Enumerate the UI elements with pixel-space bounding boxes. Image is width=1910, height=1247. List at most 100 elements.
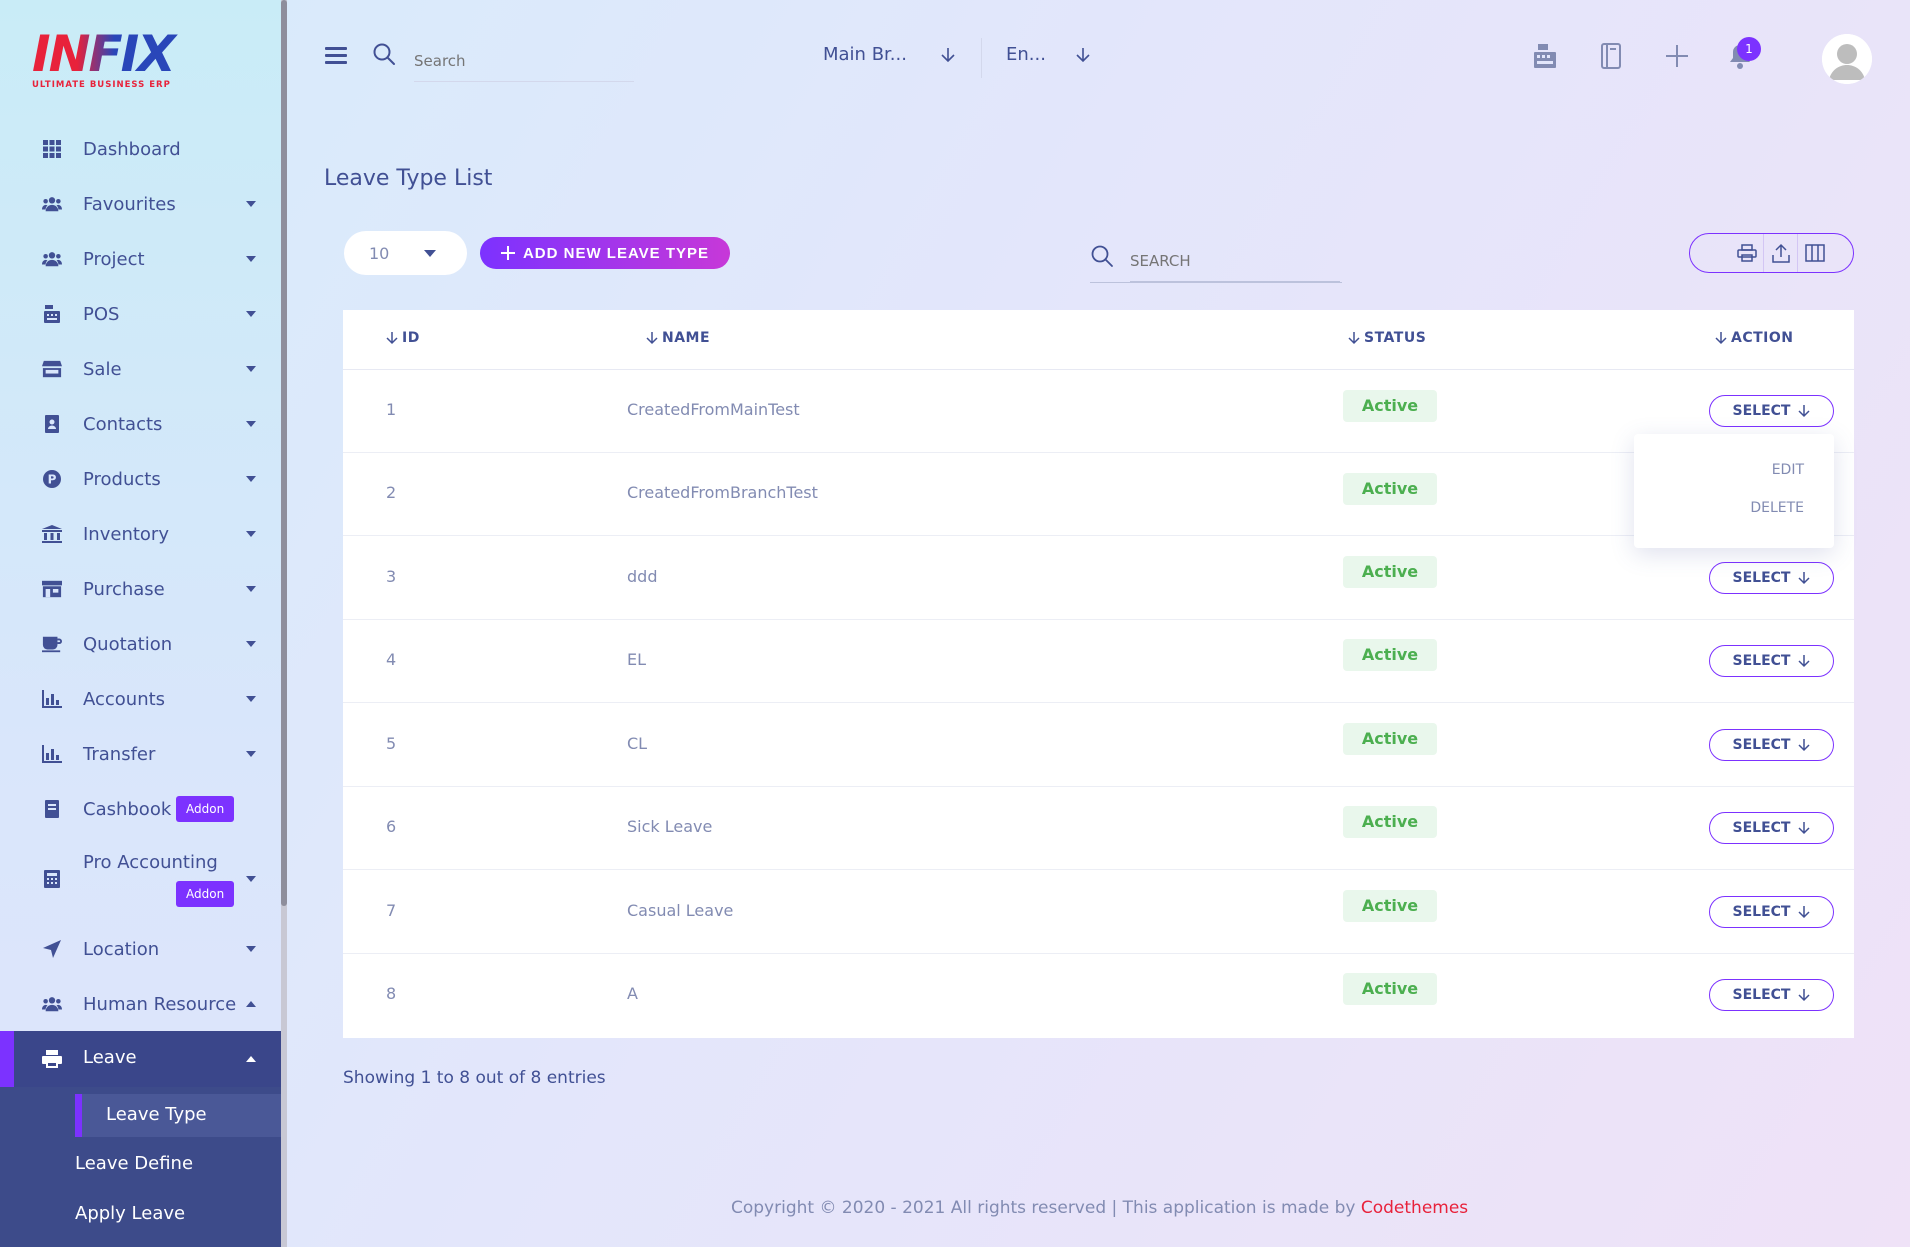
column-header-name[interactable]: NAME <box>646 330 710 346</box>
sidebar-item-favourites[interactable]: Favourites <box>0 184 281 224</box>
print-icon <box>1736 244 1757 262</box>
select-label: SELECT <box>1732 737 1791 753</box>
hamburger-menu-icon[interactable] <box>325 47 347 65</box>
brand-logo[interactable]: INFIX ULTIMATE BUSINESS ERP <box>32 29 182 92</box>
sidebar-item-label: Cashbook <box>83 798 172 820</box>
add-new-leave-type-button[interactable]: ADD NEW LEAVE TYPE <box>480 237 730 269</box>
add-button-label: ADD NEW LEAVE TYPE <box>522 244 710 262</box>
per-page-value: 10 <box>369 243 390 263</box>
arrow-down-icon[interactable] <box>1076 47 1090 68</box>
sidebar-item-transfer[interactable]: Transfer <box>0 734 281 774</box>
row-4-select-button[interactable]: SELECT <box>1709 645 1834 677</box>
sidebar-item-cashbook[interactable]: Cashbook Addon <box>0 789 281 829</box>
users-icon <box>42 249 62 269</box>
export-button[interactable] <box>1764 234 1798 272</box>
sidebar-item-products[interactable]: P Products <box>0 459 281 499</box>
row-action-dropdown: EDIT DELETE <box>1634 434 1834 548</box>
logo-text: INFIX <box>32 29 182 79</box>
leave-type-table <box>343 310 1854 1038</box>
columns-button[interactable] <box>1798 234 1832 272</box>
sidebar-item-pos[interactable]: POS <box>0 294 281 334</box>
sidebar-item-leave[interactable]: Leave <box>0 1031 281 1087</box>
sidebar-item-project[interactable]: Project <box>0 239 281 279</box>
sidebar-item-contacts[interactable]: Contacts <box>0 404 281 444</box>
svg-text:P: P <box>48 473 57 487</box>
branch-select[interactable]: Main Br... <box>823 44 907 65</box>
calculator-icon <box>42 869 62 889</box>
row-6-select-button[interactable]: SELECT <box>1709 812 1834 844</box>
sidebar-item-label: Accounts <box>83 688 166 710</box>
sidebar-item-location[interactable]: Location <box>0 929 281 969</box>
sidebar-item-label: Sale <box>83 358 122 380</box>
sidebar-item-label: Pro Accounting <box>83 852 218 873</box>
arrow-down-icon <box>1798 739 1811 752</box>
sidebar-item-inventory[interactable]: Inventory <box>0 514 281 554</box>
plus-icon[interactable] <box>1663 42 1691 70</box>
row-5-select-button[interactable]: SELECT <box>1709 729 1834 761</box>
column-header-label: NAME <box>662 330 711 346</box>
row-7-select-button[interactable]: SELECT <box>1709 896 1834 928</box>
caret-down-icon <box>246 586 256 592</box>
select-label: SELECT <box>1732 987 1791 1003</box>
column-header-status[interactable]: STATUS <box>1348 330 1426 346</box>
caret-up-icon <box>246 1001 256 1007</box>
status-badge: Active <box>1343 639 1437 671</box>
sort-arrow-icon <box>1715 332 1727 345</box>
row-4-id: 4 <box>386 650 397 669</box>
arrow-down-icon <box>1798 572 1811 585</box>
sidebar-subitem-apply-leave[interactable]: Apply Leave <box>75 1203 185 1224</box>
sidebar-item-quotation[interactable]: Quotation <box>0 624 281 664</box>
per-page-select[interactable]: 10 <box>344 231 467 275</box>
select-label: SELECT <box>1732 904 1791 920</box>
edit-menu-item[interactable]: EDIT <box>1772 462 1804 478</box>
language-select[interactable]: En... <box>1006 44 1046 65</box>
print-button[interactable] <box>1730 234 1764 272</box>
sidebar-item-label: Favourites <box>83 193 176 215</box>
sidebar-item-dashboard[interactable]: Dashboard <box>0 129 281 169</box>
row-8-select-button[interactable]: SELECT <box>1709 979 1834 1011</box>
sidebar-item-label: Human Resource <box>83 993 237 1015</box>
sidebar-item-accounts[interactable]: Accounts <box>0 679 281 719</box>
sidebar-item-sale[interactable]: Sale <box>0 349 281 389</box>
pos-register-icon[interactable] <box>1531 42 1559 70</box>
sidebar-item-label: Products <box>83 468 161 490</box>
row-4-name: EL <box>627 650 647 669</box>
sort-arrow-icon <box>386 332 398 345</box>
bank-icon <box>42 524 62 544</box>
users-icon <box>42 194 62 214</box>
notebook-icon[interactable] <box>1597 42 1625 70</box>
column-header-action[interactable]: ACTION <box>1715 330 1794 346</box>
sidebar-subitem-leave-type[interactable]: Leave Type <box>75 1094 281 1137</box>
sidebar-item-label: Quotation <box>83 633 173 655</box>
avatar[interactable] <box>1822 34 1872 84</box>
pagination-info: Showing 1 to 8 out of 8 entries <box>343 1068 606 1088</box>
caret-down-icon <box>246 366 256 372</box>
footer-brand-link[interactable]: Codethemes <box>1361 1198 1468 1218</box>
sidebar-item-human-resource[interactable]: Human Resource <box>0 984 281 1024</box>
logo-subtitle: ULTIMATE BUSINESS ERP <box>32 80 171 90</box>
product-p-icon: P <box>42 469 62 489</box>
topbar-divider <box>981 38 982 78</box>
row-3-select-button[interactable]: SELECT <box>1709 562 1834 594</box>
arrow-down-icon[interactable] <box>941 47 955 68</box>
delete-menu-item[interactable]: DELETE <box>1750 500 1804 516</box>
sidebar-subitem-leave-define[interactable]: Leave Define <box>75 1153 193 1174</box>
addon-badge: Addon <box>176 881 235 907</box>
status-badge: Active <box>1343 390 1437 422</box>
notification-count-badge: 1 <box>1737 37 1761 61</box>
column-header-label: STATUS <box>1364 330 1427 346</box>
sidebar-item-pro-accounting[interactable]: Pro Accounting Addon <box>0 844 281 914</box>
caret-down-icon <box>246 256 256 262</box>
column-header-id[interactable]: ID <box>386 330 420 346</box>
row-2-id: 2 <box>386 483 397 502</box>
contact-book-icon <box>42 414 62 434</box>
sidebar-item-purchase[interactable]: Purchase <box>0 569 281 609</box>
row-1-select-button[interactable]: SELECT <box>1709 395 1834 427</box>
top-search-input[interactable] <box>414 40 634 82</box>
sidebar-scrollbar-thumb[interactable] <box>281 0 287 906</box>
sidebar-item-label: Transfer <box>83 743 156 765</box>
row-divider <box>343 953 1854 954</box>
table-search-input[interactable] <box>1130 240 1340 282</box>
arrow-down-icon <box>1798 906 1811 919</box>
row-5-name: CL <box>627 734 648 753</box>
